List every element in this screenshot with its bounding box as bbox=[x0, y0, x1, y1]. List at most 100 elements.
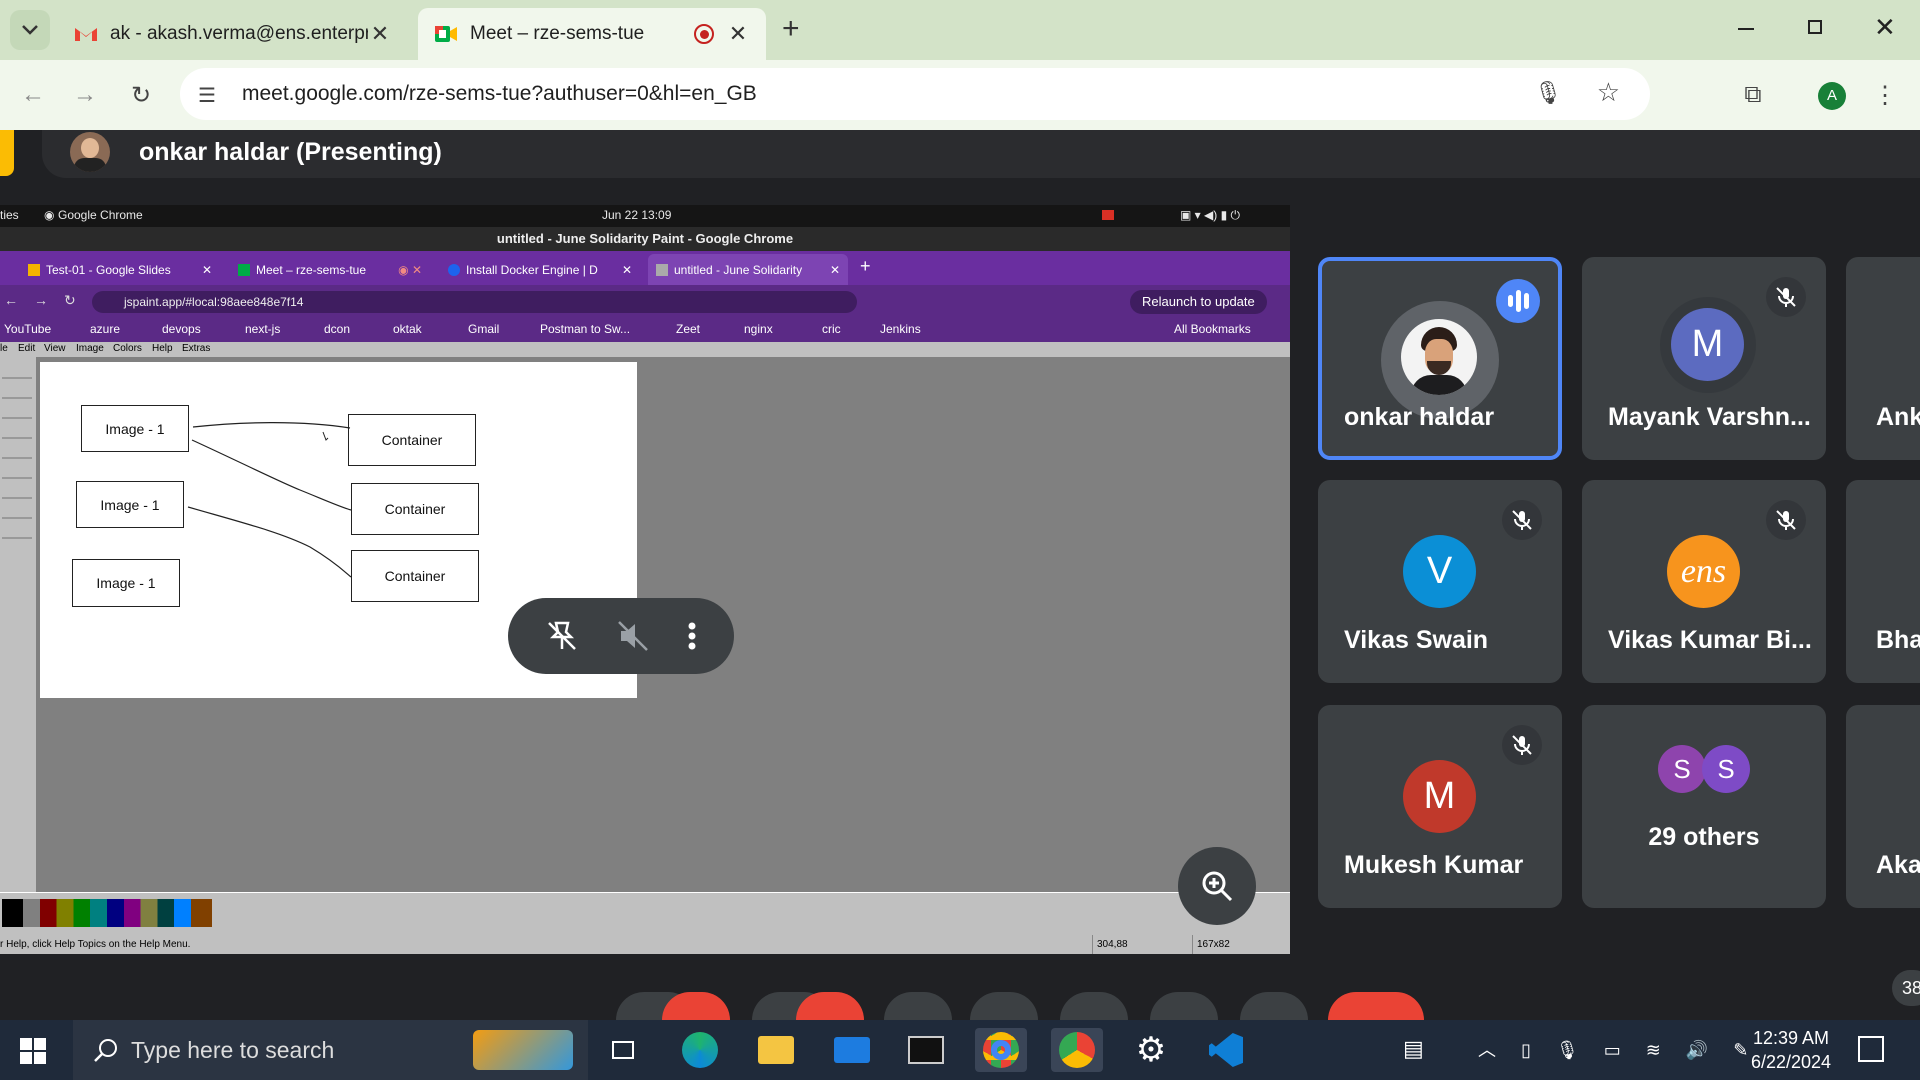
microphone-icon[interactable]: 🎙 bbox=[1534, 80, 1562, 106]
participant-tile[interactable]: V Vikas Swain bbox=[1318, 480, 1562, 683]
more-menu-icon[interactable]: ⋮ bbox=[1866, 76, 1904, 114]
inner-new-tab-button[interactable]: + bbox=[860, 256, 871, 277]
settings-icon[interactable]: ⚙ bbox=[1125, 1028, 1177, 1072]
menu-help[interactable]: Help bbox=[152, 343, 173, 354]
ubuntu-top-bar: ties ◉ Google Chrome Jun 22 13:09 ▣ ▾ ◀)… bbox=[0, 205, 1290, 227]
bookmark-star-icon[interactable]: ☆ bbox=[1597, 77, 1620, 108]
inner-tab[interactable]: Test-01 - Google Slides ✕ bbox=[20, 254, 220, 285]
start-button[interactable] bbox=[20, 1038, 46, 1064]
vscode-icon[interactable] bbox=[1200, 1028, 1252, 1072]
file-explorer-icon[interactable] bbox=[750, 1028, 802, 1072]
close-tab-button[interactable]: ✕ bbox=[368, 21, 392, 47]
bookmark-item[interactable]: oktak bbox=[393, 322, 422, 336]
inner-tab[interactable]: Meet – rze-sems-tue ◉ ✕ bbox=[230, 254, 430, 285]
yellow-indicator bbox=[0, 130, 14, 176]
menu-extras[interactable]: Extras bbox=[182, 343, 210, 354]
tab-search-button[interactable] bbox=[10, 10, 50, 50]
participant-tile-partial[interactable]: Akas bbox=[1846, 705, 1920, 908]
shared-screen[interactable]: ties ◉ Google Chrome Jun 22 13:09 ▣ ▾ ◀)… bbox=[0, 205, 1290, 954]
reload-icon[interactable]: ↻ bbox=[122, 76, 160, 114]
participant-tile-partial[interactable]: Ank bbox=[1846, 257, 1920, 460]
relaunch-button[interactable]: Relaunch to update bbox=[1130, 290, 1267, 314]
participant-avatar: S bbox=[1702, 745, 1750, 793]
menu-image[interactable]: Image bbox=[76, 343, 104, 354]
meeting-controls bbox=[0, 992, 1920, 1048]
bookmark-item[interactable]: cric bbox=[822, 322, 841, 336]
bookmark-item[interactable]: Jenkins bbox=[880, 322, 921, 336]
search-highlight-image bbox=[473, 1030, 573, 1070]
browser-toolbar: ← → ↻ ☰ meet.google.com/rze-sems-tue?aut… bbox=[0, 60, 1920, 130]
menu-colors[interactable]: Colors bbox=[113, 343, 142, 354]
profile-avatar[interactable]: A bbox=[1818, 82, 1846, 110]
unpin-icon[interactable] bbox=[545, 619, 579, 653]
bookmark-item[interactable]: Postman to Sw... bbox=[540, 322, 630, 336]
bookmark-item[interactable]: nginx bbox=[744, 322, 773, 336]
taskbar-search[interactable]: Type here to search bbox=[73, 1020, 588, 1080]
participant-tile[interactable]: M Mukesh Kumar bbox=[1318, 705, 1562, 908]
windows-taskbar: Type here to search ⚙ ▤ ︿ ▯ 🎙 ▭ ≋ 🔊 ✎ 12… bbox=[0, 1020, 1920, 1080]
system-tray-icons[interactable]: ︿ ▯ 🎙 ▭ ≋ 🔊 ✎ bbox=[1478, 1036, 1758, 1062]
menu-file[interactable]: le bbox=[0, 343, 8, 354]
bookmark-item[interactable]: Gmail bbox=[468, 322, 499, 336]
bookmark-item[interactable]: devops bbox=[162, 322, 201, 336]
chrome-icon[interactable] bbox=[975, 1028, 1027, 1072]
chrome-profile-icon[interactable] bbox=[1051, 1028, 1103, 1072]
menu-view[interactable]: View bbox=[44, 343, 66, 354]
new-tab-button[interactable]: + bbox=[782, 12, 800, 46]
participant-tile-others[interactable]: S S 29 others bbox=[1582, 705, 1826, 908]
inner-reload-icon[interactable]: ↻ bbox=[64, 292, 76, 309]
site-info-icon[interactable]: ☰ bbox=[198, 83, 216, 108]
participant-tile-onkar[interactable]: onkar haldar bbox=[1318, 257, 1562, 460]
edge-icon[interactable] bbox=[674, 1028, 726, 1072]
bookmark-item[interactable]: azure bbox=[90, 322, 120, 336]
all-bookmarks[interactable]: All Bookmarks bbox=[1174, 322, 1251, 336]
system-tray-icons: ▣ ▾ ◀) ▮ ⏻ bbox=[1180, 208, 1241, 222]
address-bar[interactable]: ☰ meet.google.com/rze-sems-tue?authuser=… bbox=[180, 68, 1650, 120]
tab-meet[interactable]: Meet – rze-sems-tue ✕ bbox=[418, 8, 766, 60]
inner-tab-active[interactable]: untitled - June Solidarity ✕ bbox=[648, 254, 848, 285]
participant-name: onkar haldar bbox=[1344, 403, 1495, 431]
window-title: untitled - June Solidarity Paint - Googl… bbox=[0, 227, 1290, 251]
bookmark-item[interactable]: YouTube bbox=[4, 322, 51, 336]
close-tab-button[interactable]: ✕ bbox=[726, 21, 750, 47]
news-icon[interactable]: ▤ bbox=[1403, 1036, 1424, 1062]
participant-tile[interactable]: M Mayank Varshn... bbox=[1582, 257, 1826, 460]
inner-address-bar[interactable]: jspaint.app/#local:98aee848e7f14 bbox=[92, 291, 857, 313]
task-view-icon[interactable] bbox=[597, 1028, 649, 1072]
bookmark-item[interactable]: next-js bbox=[245, 322, 280, 336]
participant-tile[interactable]: ens Vikas Kumar Bi... bbox=[1582, 480, 1826, 683]
bookmark-item[interactable]: Zeet bbox=[676, 322, 700, 336]
audio-muted-icon[interactable] bbox=[616, 619, 650, 653]
extensions-icon[interactable]: ⧉ bbox=[1734, 76, 1772, 114]
bookmark-item[interactable]: dcon bbox=[324, 322, 350, 336]
zoom-button[interactable] bbox=[1178, 847, 1256, 925]
notification-icon[interactable] bbox=[1858, 1036, 1884, 1062]
search-placeholder: Type here to search bbox=[131, 1036, 335, 1063]
paint-toolbox[interactable] bbox=[0, 357, 36, 892]
forward-icon[interactable]: → bbox=[66, 76, 104, 114]
chevron-down-icon bbox=[22, 25, 38, 35]
taskbar-clock[interactable]: 12:39 AM 6/22/2024 bbox=[1736, 1026, 1846, 1074]
more-options-icon[interactable] bbox=[687, 619, 697, 653]
paint-status-bar: r Help, click Help Topics on the Help Me… bbox=[0, 935, 1290, 954]
close-window-icon[interactable]: ✕ bbox=[1874, 12, 1896, 43]
menu-edit[interactable]: Edit bbox=[18, 343, 35, 354]
inner-tab[interactable]: Install Docker Engine | D ✕ bbox=[440, 254, 640, 285]
participant-name: Bhar bbox=[1876, 626, 1920, 654]
tab-gmail[interactable]: ak - akash.verma@ens.enterpris ✕ bbox=[58, 8, 408, 60]
mic-off-icon bbox=[1502, 725, 1542, 765]
minimize-icon[interactable] bbox=[1738, 28, 1754, 30]
color-palette[interactable] bbox=[0, 892, 1290, 935]
back-icon[interactable]: ← bbox=[14, 76, 52, 114]
windows-icon bbox=[20, 1038, 46, 1064]
participant-avatar: V bbox=[1403, 535, 1476, 608]
terminal-icon[interactable] bbox=[900, 1028, 952, 1072]
restore-icon[interactable] bbox=[1808, 20, 1822, 34]
inner-forward-icon[interactable]: → bbox=[34, 292, 48, 308]
participant-avatar: M bbox=[1671, 308, 1744, 381]
url-text: meet.google.com/rze-sems-tue?authuser=0&… bbox=[242, 82, 757, 105]
participant-name: Vikas Kumar Bi... bbox=[1608, 626, 1812, 654]
mail-icon[interactable] bbox=[826, 1028, 878, 1072]
inner-back-icon[interactable]: ← bbox=[4, 292, 18, 308]
participant-tile-partial[interactable]: Bhar bbox=[1846, 480, 1920, 683]
